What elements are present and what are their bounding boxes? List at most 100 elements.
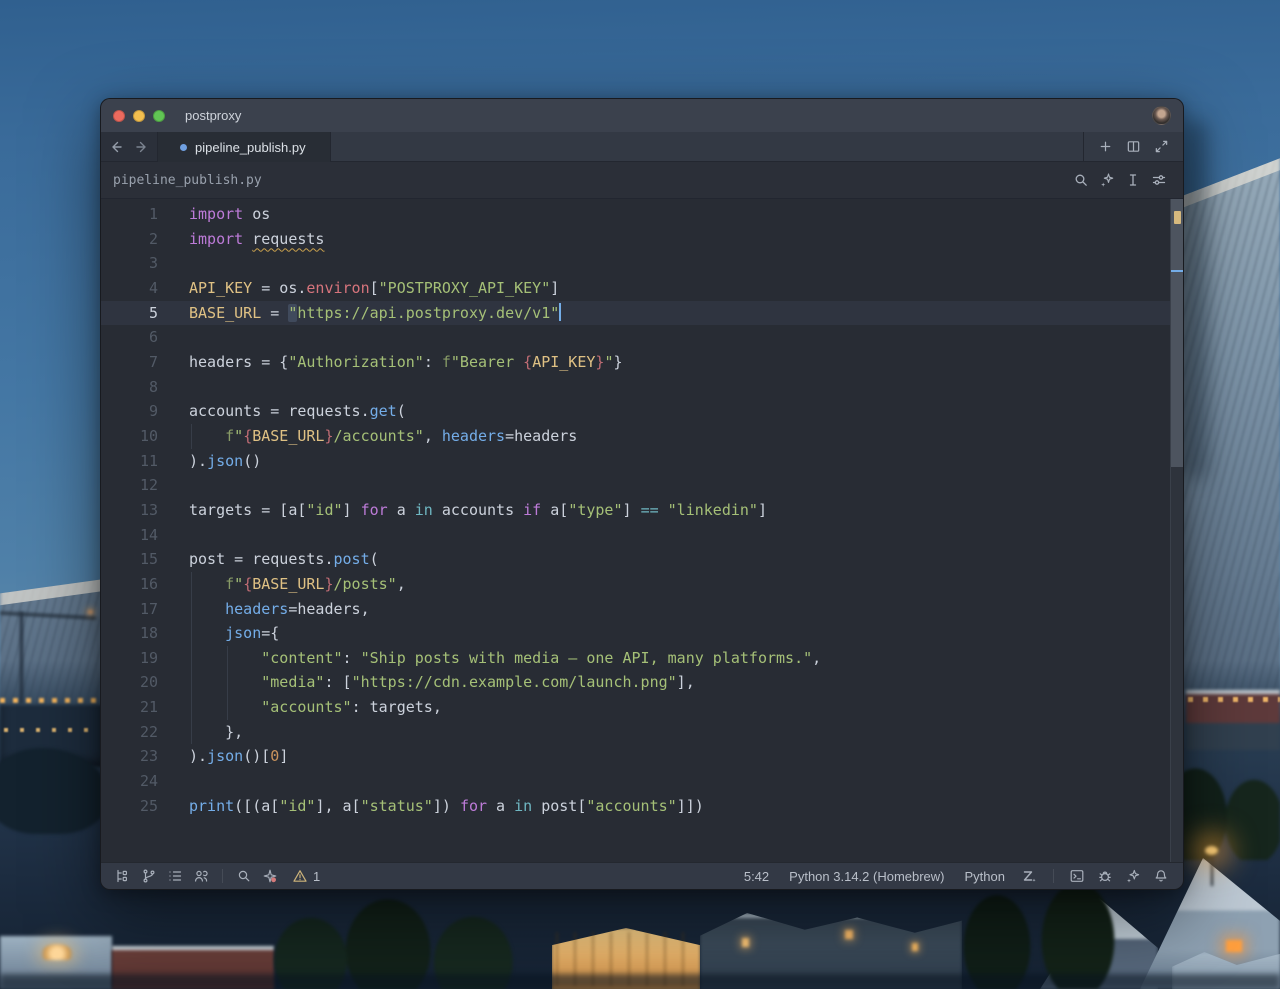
- bell-icon: [1153, 868, 1169, 884]
- minimize-button[interactable]: [133, 110, 145, 122]
- terminal-button[interactable]: [1067, 866, 1087, 886]
- line-number: 9: [101, 399, 158, 424]
- line-number: 24: [101, 769, 158, 794]
- zed-predict-icon: [1021, 868, 1038, 884]
- code-line[interactable]: 13targets = [a["id"] for a in accounts i…: [101, 498, 1170, 523]
- line-number: 23: [101, 744, 158, 769]
- forward-button[interactable]: [134, 139, 150, 155]
- line-number: 6: [101, 325, 158, 350]
- warning-count: 1: [313, 869, 320, 884]
- language-selector[interactable]: Python: [959, 868, 1011, 885]
- code-line[interactable]: 18 json={: [101, 621, 1170, 646]
- code-line[interactable]: 10 f"{BASE_URL}/accounts", headers=heade…: [101, 424, 1170, 449]
- line-number: 12: [101, 473, 158, 498]
- title-bar[interactable]: postproxy: [101, 99, 1183, 132]
- code-line[interactable]: 21 "accounts": targets,: [101, 695, 1170, 720]
- editor-controls-button[interactable]: [1149, 170, 1169, 190]
- back-button[interactable]: [108, 139, 124, 155]
- code-line[interactable]: 9accounts = requests.get(: [101, 399, 1170, 424]
- code-line[interactable]: 20 "media": ["https://cdn.example.com/la…: [101, 670, 1170, 695]
- code-line[interactable]: 12: [101, 473, 1170, 498]
- project-panel-icon: [115, 868, 131, 884]
- sliders-icon: [1151, 172, 1167, 188]
- line-number: 18: [101, 621, 158, 646]
- line-number: 15: [101, 547, 158, 572]
- search-icon: [1073, 172, 1089, 188]
- scrollbar-warning-marker: [1174, 211, 1181, 224]
- line-number: 3: [101, 251, 158, 276]
- code-line[interactable]: 22 },: [101, 720, 1170, 745]
- git-branch-icon: [141, 868, 157, 884]
- code-line[interactable]: 8: [101, 375, 1170, 400]
- code-line[interactable]: 5BASE_URL = "https://api.postproxy.dev/v…: [101, 301, 1170, 326]
- code-line[interactable]: 16 f"{BASE_URL}/posts",: [101, 572, 1170, 597]
- status-bar: 1 5:42 Python 3.14.2 (Homebrew) Python: [101, 862, 1183, 889]
- split-pane-icon: [1126, 139, 1141, 154]
- line-number: 22: [101, 720, 158, 745]
- debug-button[interactable]: [1095, 866, 1115, 886]
- code-line[interactable]: 7headers = {"Authorization": f"Bearer {A…: [101, 350, 1170, 375]
- buffer-search-button[interactable]: [1071, 170, 1091, 190]
- text-cursor-button[interactable]: [1123, 170, 1143, 190]
- text-cursor-icon: [1125, 172, 1141, 188]
- zoom-button[interactable]: [153, 110, 165, 122]
- edit-prediction-button[interactable]: [1019, 866, 1040, 886]
- tab-bar: pipeline_publish.py: [101, 132, 1183, 162]
- search-everywhere-button[interactable]: [234, 866, 254, 886]
- project-panel-button[interactable]: [113, 866, 133, 886]
- line-number: 5: [101, 301, 158, 326]
- code-line[interactable]: 19 "content": "Ship posts with media — o…: [101, 646, 1170, 671]
- code-line[interactable]: 25print([(a["id"], a["status"]) for a in…: [101, 794, 1170, 819]
- code-line[interactable]: 15post = requests.post(: [101, 547, 1170, 572]
- code-line[interactable]: 11).json(): [101, 449, 1170, 474]
- new-tab-button[interactable]: [1096, 137, 1115, 156]
- code-line[interactable]: 17 headers=headers,: [101, 597, 1170, 622]
- line-number: 14: [101, 523, 158, 548]
- line-number: 13: [101, 498, 158, 523]
- modified-dot-icon: [180, 144, 187, 151]
- split-pane-button[interactable]: [1124, 137, 1143, 156]
- code-line[interactable]: 14: [101, 523, 1170, 548]
- line-number: 16: [101, 572, 158, 597]
- line-number: 10: [101, 424, 158, 449]
- inline-assist-button[interactable]: [1097, 170, 1117, 190]
- arrow-right-icon: [134, 139, 150, 155]
- git-branch-button[interactable]: [139, 866, 159, 886]
- scrollbar[interactable]: [1170, 199, 1183, 862]
- code-line[interactable]: 2import requests: [101, 227, 1170, 252]
- outline-icon: [167, 868, 183, 884]
- line-number: 7: [101, 350, 158, 375]
- assistant-button[interactable]: [260, 866, 280, 886]
- tab-pipeline-publish[interactable]: pipeline_publish.py: [158, 132, 331, 162]
- notifications-button[interactable]: [1151, 866, 1171, 886]
- code-line[interactable]: 3: [101, 251, 1170, 276]
- diagnostics-button[interactable]: 1: [286, 867, 326, 885]
- divider: [1053, 869, 1054, 883]
- code-editor[interactable]: 1import os2import requests34API_KEY = os…: [101, 199, 1183, 862]
- editor-window: postproxy pipeline_publish.py: [100, 98, 1184, 890]
- sparkles-icon: [1125, 868, 1141, 884]
- expand-button[interactable]: [1152, 137, 1171, 156]
- close-button[interactable]: [113, 110, 125, 122]
- code-line[interactable]: 1import os: [101, 202, 1170, 227]
- search-icon: [236, 868, 252, 884]
- divider: [222, 869, 223, 883]
- user-avatar[interactable]: [1152, 106, 1171, 125]
- outline-button[interactable]: [165, 866, 185, 886]
- code-line[interactable]: 6: [101, 325, 1170, 350]
- sparkles-button[interactable]: [1123, 866, 1143, 886]
- assistant-sparkle-icon: [262, 868, 278, 884]
- bug-icon: [1097, 868, 1113, 884]
- code-line[interactable]: 24: [101, 769, 1170, 794]
- sparkles-icon: [1099, 172, 1115, 188]
- code-line[interactable]: 23).json()[0]: [101, 744, 1170, 769]
- notification-dot-icon: [271, 877, 276, 882]
- cursor-position[interactable]: 5:42: [738, 868, 775, 885]
- status-right: 5:42 Python 3.14.2 (Homebrew) Python: [738, 866, 1171, 886]
- window-title: postproxy: [185, 108, 241, 123]
- breadcrumb[interactable]: pipeline_publish.py: [113, 173, 262, 188]
- scrollbar-thumb[interactable]: [1171, 199, 1183, 467]
- toolchain-selector[interactable]: Python 3.14.2 (Homebrew): [783, 868, 950, 885]
- code-line[interactable]: 4API_KEY = os.environ["POSTPROXY_API_KEY…: [101, 276, 1170, 301]
- collaboration-button[interactable]: [191, 866, 211, 886]
